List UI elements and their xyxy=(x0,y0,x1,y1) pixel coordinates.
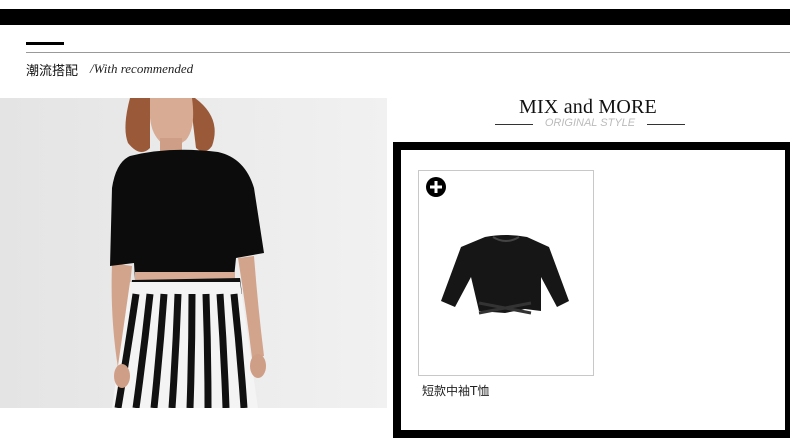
section-title: 潮流搭配 xyxy=(26,64,79,79)
section-accent-rule xyxy=(26,42,64,45)
product-name[interactable]: 短款中袖T恤 xyxy=(422,382,489,399)
mix-and-more-title: MIX and MORE xyxy=(519,96,657,118)
section-divider xyxy=(26,52,790,53)
original-style-subtitle: ORIGINAL STYLE xyxy=(544,117,636,129)
product-card[interactable] xyxy=(418,170,594,376)
section-subtitle: /With recommended xyxy=(90,61,194,76)
original-style-row: ORIGINAL STYLE xyxy=(495,117,685,133)
top-black-bar xyxy=(0,9,790,25)
model-outfit-photo xyxy=(0,98,387,408)
model-illustration xyxy=(0,98,387,408)
product-tshirt-image[interactable] xyxy=(419,171,593,375)
right-rule xyxy=(647,124,685,125)
